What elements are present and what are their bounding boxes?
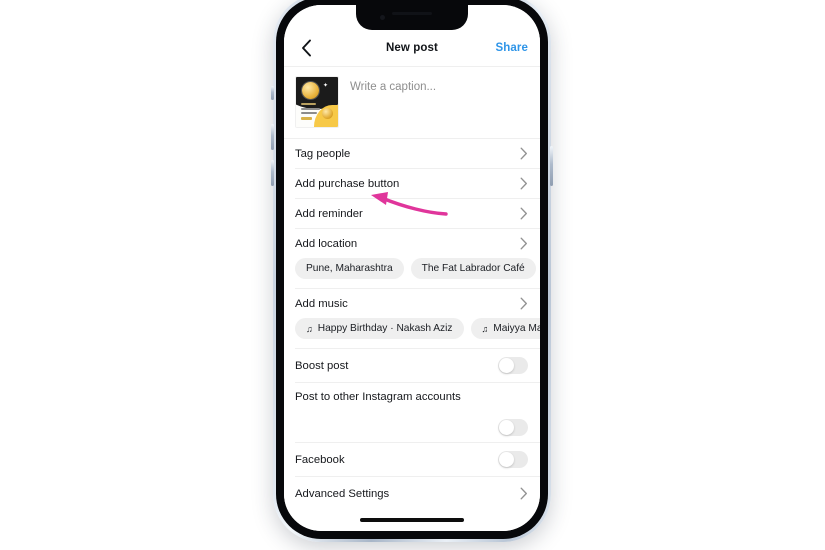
facebook-toggle[interactable] — [498, 451, 528, 468]
chevron-right-icon — [520, 147, 528, 160]
phone-screen: New post Share ✦ Write a caption... Tag … — [284, 5, 540, 531]
caption-row[interactable]: ✦ Write a caption... — [284, 67, 540, 138]
row-label-add-purchase-button: Add purchase button — [295, 177, 400, 190]
front-camera-icon — [380, 15, 385, 20]
chevron-right-icon — [520, 177, 528, 190]
share-button[interactable]: Share — [496, 42, 528, 54]
instagram-new-post-screen: New post Share ✦ Write a caption... Tag … — [284, 5, 540, 531]
row-facebook[interactable]: Facebook — [284, 443, 540, 476]
music-note-icon: ♫ — [481, 323, 489, 334]
row-add-purchase-button[interactable]: Add purchase button — [284, 169, 540, 198]
row-label-boost-post: Boost post — [295, 359, 349, 372]
chevron-right-icon — [520, 207, 528, 220]
volume-down-button[interactable] — [271, 160, 274, 186]
chevron-right-icon — [520, 487, 528, 500]
row-label-tag-people: Tag people — [295, 147, 351, 160]
row-add-reminder[interactable]: Add reminder — [284, 199, 540, 228]
volume-up-button[interactable] — [271, 124, 274, 150]
earpiece-speaker — [392, 12, 432, 15]
mute-switch[interactable] — [271, 86, 274, 100]
navigation-bar: New post Share — [284, 30, 540, 66]
home-indicator — [360, 518, 464, 522]
row-label-facebook: Facebook — [295, 453, 345, 466]
chevron-right-icon — [520, 297, 528, 310]
row-label-advanced-settings: Advanced Settings — [295, 487, 390, 500]
music-note-icon: ♫ — [306, 323, 313, 334]
phone-device-frame: New post Share ✦ Write a caption... Tag … — [271, 0, 553, 542]
row-post-to-other-instagram-accounts[interactable]: Post to other Instagram accounts — [284, 383, 540, 442]
row-label-post-to-other-instagram-accounts: Post to other Instagram accounts — [295, 391, 461, 403]
location-chip[interactable]: Pune, Maharashtra — [295, 258, 404, 279]
row-advanced-settings[interactable]: Advanced Settings — [284, 477, 540, 510]
power-button[interactable] — [550, 146, 553, 186]
post-to-other-accounts-toggle[interactable] — [498, 419, 528, 436]
music-suggestion-chips: ♫ Happy Birthday · Nakash Aziz ♫ Maiyya … — [284, 318, 540, 348]
row-label-add-location: Add location — [295, 237, 358, 250]
post-thumbnail[interactable]: ✦ — [295, 76, 339, 128]
music-chip-label: Maiyya Mainu — [493, 323, 540, 334]
row-label-add-music: Add music — [295, 297, 348, 310]
music-chip[interactable]: ♫ Maiyya Mainu — [470, 318, 540, 339]
music-chip[interactable]: ♫ Happy Birthday · Nakash Aziz — [295, 318, 464, 339]
row-label-add-reminder: Add reminder — [295, 207, 363, 220]
boost-post-toggle[interactable] — [498, 357, 528, 374]
caption-input[interactable]: Write a caption... — [350, 76, 436, 93]
location-chip[interactable]: The Fat Labrador Café — [410, 258, 536, 279]
music-chip-label: Happy Birthday · Nakash Aziz — [317, 323, 453, 334]
back-button[interactable] — [296, 38, 316, 58]
chevron-right-icon — [520, 237, 528, 250]
row-boost-post[interactable]: Boost post — [284, 349, 540, 382]
screenshot-canvas: New post Share ✦ Write a caption... Tag … — [0, 0, 825, 550]
row-tag-people[interactable]: Tag people — [284, 139, 540, 168]
location-suggestion-chips: Pune, Maharashtra The Fat Labrador Café … — [284, 258, 540, 288]
row-add-location[interactable]: Add location — [284, 229, 540, 258]
row-add-music[interactable]: Add music — [284, 289, 540, 318]
device-notch — [356, 5, 468, 30]
